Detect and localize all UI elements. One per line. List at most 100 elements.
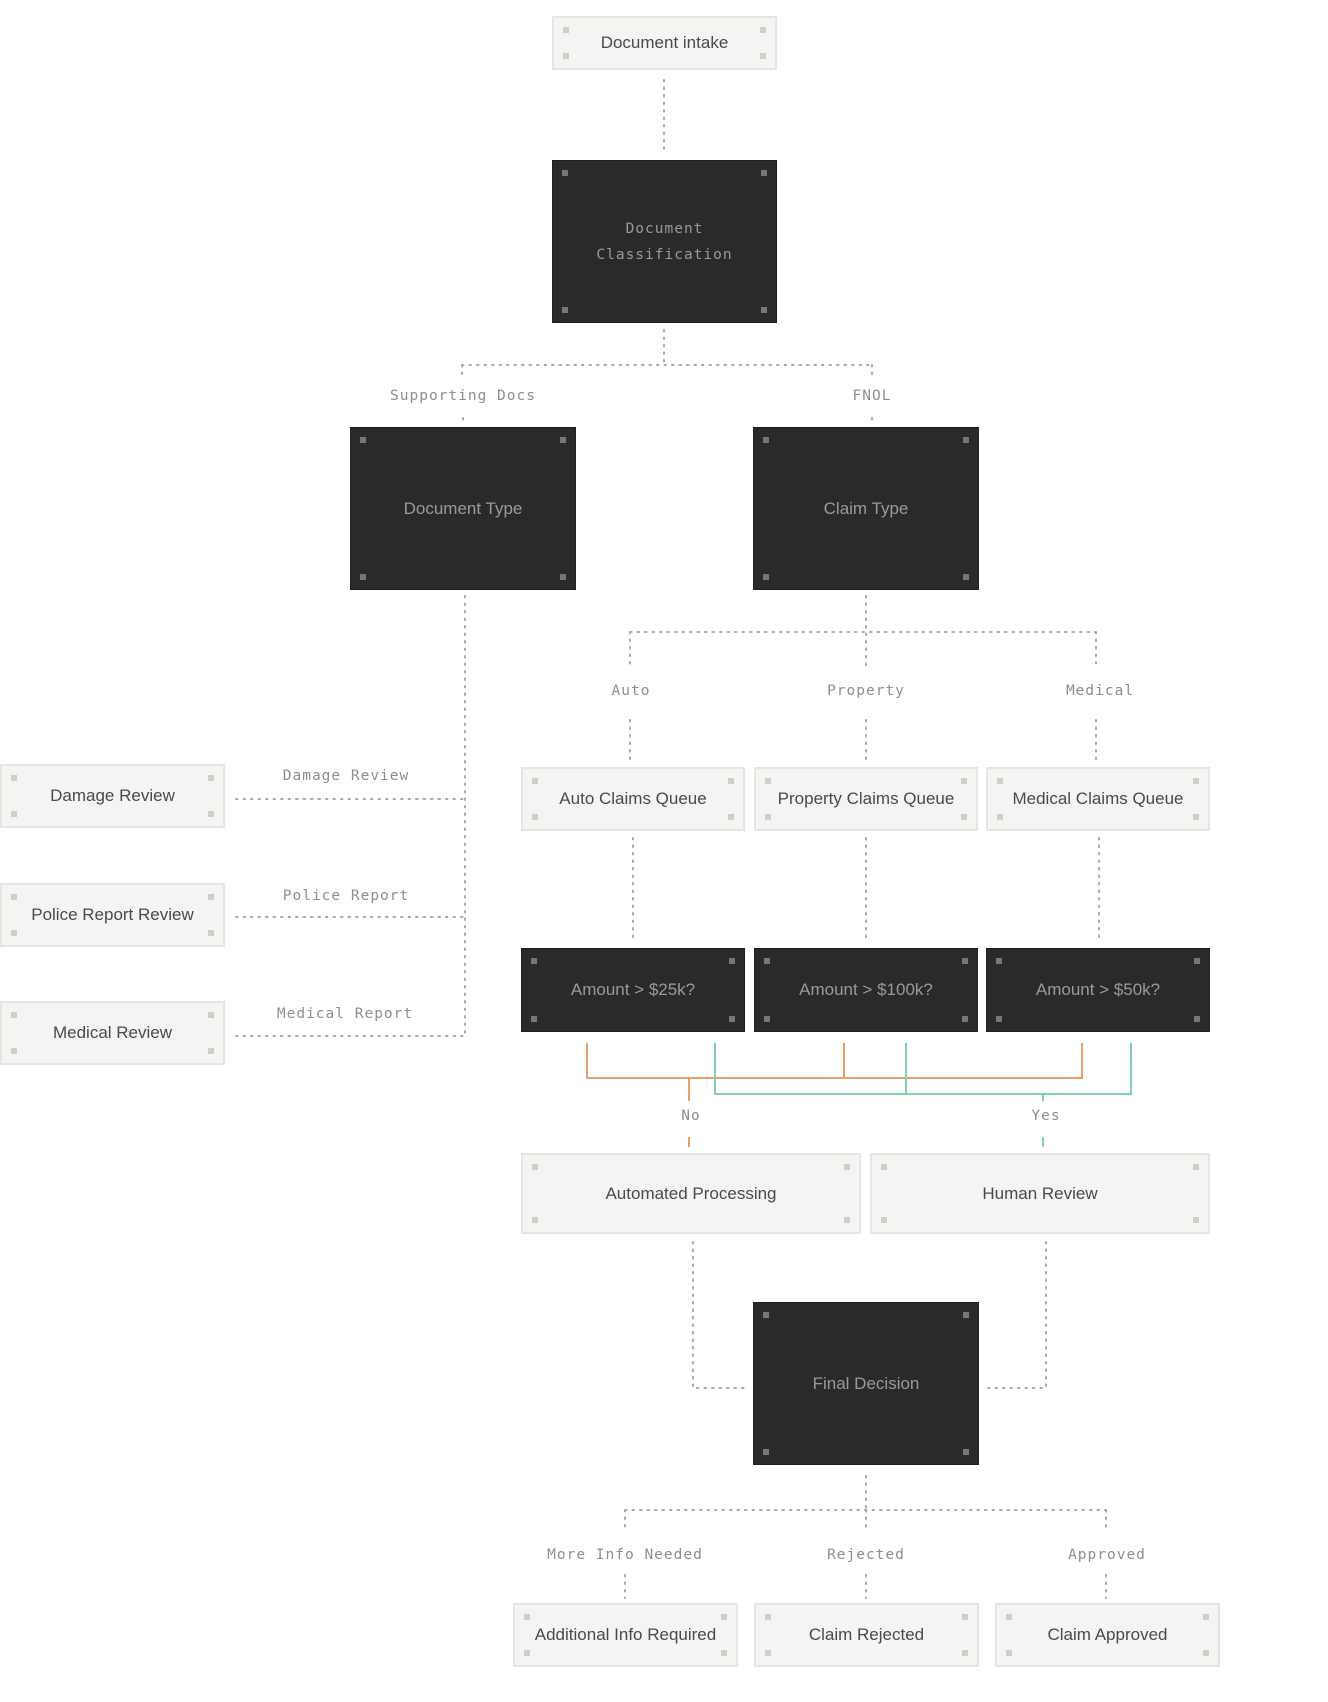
corner-marker xyxy=(962,958,968,964)
corner-marker xyxy=(208,894,214,900)
corner-marker xyxy=(11,1012,17,1018)
edge-final-split xyxy=(624,1475,1107,1531)
corner-marker xyxy=(563,53,569,59)
node-auto-amount-check[interactable]: Amount > $25k? xyxy=(521,948,745,1032)
edge-label-medical: Medical xyxy=(1065,683,1135,699)
edge-classification-split xyxy=(461,329,873,375)
node-label: Automated Processing xyxy=(605,1183,777,1203)
corner-marker xyxy=(360,437,366,443)
edge-label-supporting-docs: Supporting Docs xyxy=(390,388,536,404)
node-additional-info-required[interactable]: Additional Info Required xyxy=(513,1603,738,1667)
corner-marker xyxy=(764,958,770,964)
corner-marker xyxy=(1006,1650,1012,1656)
edge-label-property: Property xyxy=(827,683,905,699)
corner-marker xyxy=(961,814,967,820)
node-label: Additional Info Required xyxy=(534,1625,717,1644)
node-label: Claim Type xyxy=(823,498,909,518)
corner-marker xyxy=(11,930,17,936)
node-label: Police Report Review xyxy=(31,905,194,924)
edge-label-more-info-needed: More Info Needed xyxy=(547,1547,703,1563)
corner-marker xyxy=(1193,1217,1199,1223)
corner-marker xyxy=(721,1650,727,1656)
corner-marker xyxy=(963,1449,969,1455)
corner-marker xyxy=(11,811,17,817)
corner-marker xyxy=(562,170,568,176)
node-claim-rejected[interactable]: Claim Rejected xyxy=(754,1603,979,1667)
node-document-classification[interactable]: Document Classification xyxy=(552,160,777,323)
corner-marker xyxy=(765,814,771,820)
corner-marker xyxy=(729,1016,735,1022)
corner-marker xyxy=(721,1614,727,1620)
corner-marker xyxy=(532,778,538,784)
corner-marker xyxy=(208,1012,214,1018)
corner-marker xyxy=(763,437,769,443)
node-document-intake[interactable]: Document intake xyxy=(552,16,777,70)
edge-label-medical-report: Medical Report xyxy=(276,1006,414,1022)
corner-marker xyxy=(763,1449,769,1455)
corner-marker xyxy=(763,1312,769,1318)
corner-marker xyxy=(560,437,566,443)
corner-marker xyxy=(997,814,1003,820)
corner-marker xyxy=(963,437,969,443)
corner-marker xyxy=(963,1312,969,1318)
node-label: Amount > $25k? xyxy=(570,980,696,999)
node-label: Document intake xyxy=(600,33,729,52)
corner-marker xyxy=(844,1164,850,1170)
node-label: Document Type xyxy=(403,498,523,518)
node-medical-claims-queue[interactable]: Medical Claims Queue xyxy=(986,767,1210,831)
edge-label-fnol: FNOL xyxy=(852,388,892,404)
corner-marker xyxy=(562,307,568,313)
node-claim-type[interactable]: Claim Type xyxy=(753,427,979,590)
edge-human-final xyxy=(984,1241,1047,1389)
corner-marker xyxy=(760,53,766,59)
node-label: Amount > $100k? xyxy=(799,980,933,999)
node-medical-review[interactable]: Medical Review xyxy=(0,1001,225,1065)
corner-marker xyxy=(208,1048,214,1054)
corner-marker xyxy=(765,1614,771,1620)
corner-marker xyxy=(1203,1614,1209,1620)
node-medical-amount-check[interactable]: Amount > $50k? xyxy=(986,948,1210,1032)
node-label: Amount > $50k? xyxy=(1035,980,1161,999)
node-label: Damage Review xyxy=(50,786,175,805)
node-automated-processing[interactable]: Automated Processing xyxy=(521,1153,861,1234)
node-damage-review[interactable]: Damage Review xyxy=(0,764,225,828)
corner-marker xyxy=(1194,958,1200,964)
node-property-amount-check[interactable]: Amount > $100k? xyxy=(754,948,978,1032)
node-human-review[interactable]: Human Review xyxy=(870,1153,1210,1234)
corner-marker xyxy=(729,958,735,964)
corner-marker xyxy=(761,170,767,176)
node-final-decision[interactable]: Final Decision xyxy=(753,1302,979,1465)
corner-marker xyxy=(728,814,734,820)
corner-marker xyxy=(1006,1614,1012,1620)
corner-marker xyxy=(524,1650,530,1656)
corner-marker xyxy=(1193,778,1199,784)
node-police-report-review[interactable]: Police Report Review xyxy=(0,883,225,947)
corner-marker xyxy=(761,307,767,313)
corner-marker xyxy=(765,1650,771,1656)
corner-marker xyxy=(11,1048,17,1054)
corner-marker xyxy=(962,1016,968,1022)
corner-marker xyxy=(962,1650,968,1656)
edge-label-no: No xyxy=(681,1108,701,1124)
corner-marker xyxy=(360,574,366,580)
corner-marker xyxy=(881,1217,887,1223)
edge-claimtype-split xyxy=(629,595,1097,669)
node-label: Auto Claims Queue xyxy=(559,789,707,808)
corner-marker xyxy=(532,814,538,820)
corner-marker xyxy=(760,27,766,33)
node-document-type[interactable]: Document Type xyxy=(350,427,576,590)
corner-marker xyxy=(963,574,969,580)
corner-marker xyxy=(11,894,17,900)
corner-marker xyxy=(881,1164,887,1170)
node-claim-approved[interactable]: Claim Approved xyxy=(995,1603,1220,1667)
corner-marker xyxy=(531,958,537,964)
node-label: Final Decision xyxy=(812,1373,920,1393)
node-property-claims-queue[interactable]: Property Claims Queue xyxy=(754,767,978,831)
corner-marker xyxy=(996,958,1002,964)
node-auto-claims-queue[interactable]: Auto Claims Queue xyxy=(521,767,745,831)
edge-label-damage-review: Damage Review xyxy=(282,768,410,784)
corner-marker xyxy=(728,778,734,784)
corner-marker xyxy=(208,930,214,936)
corner-marker xyxy=(1203,1650,1209,1656)
corner-marker xyxy=(763,574,769,580)
